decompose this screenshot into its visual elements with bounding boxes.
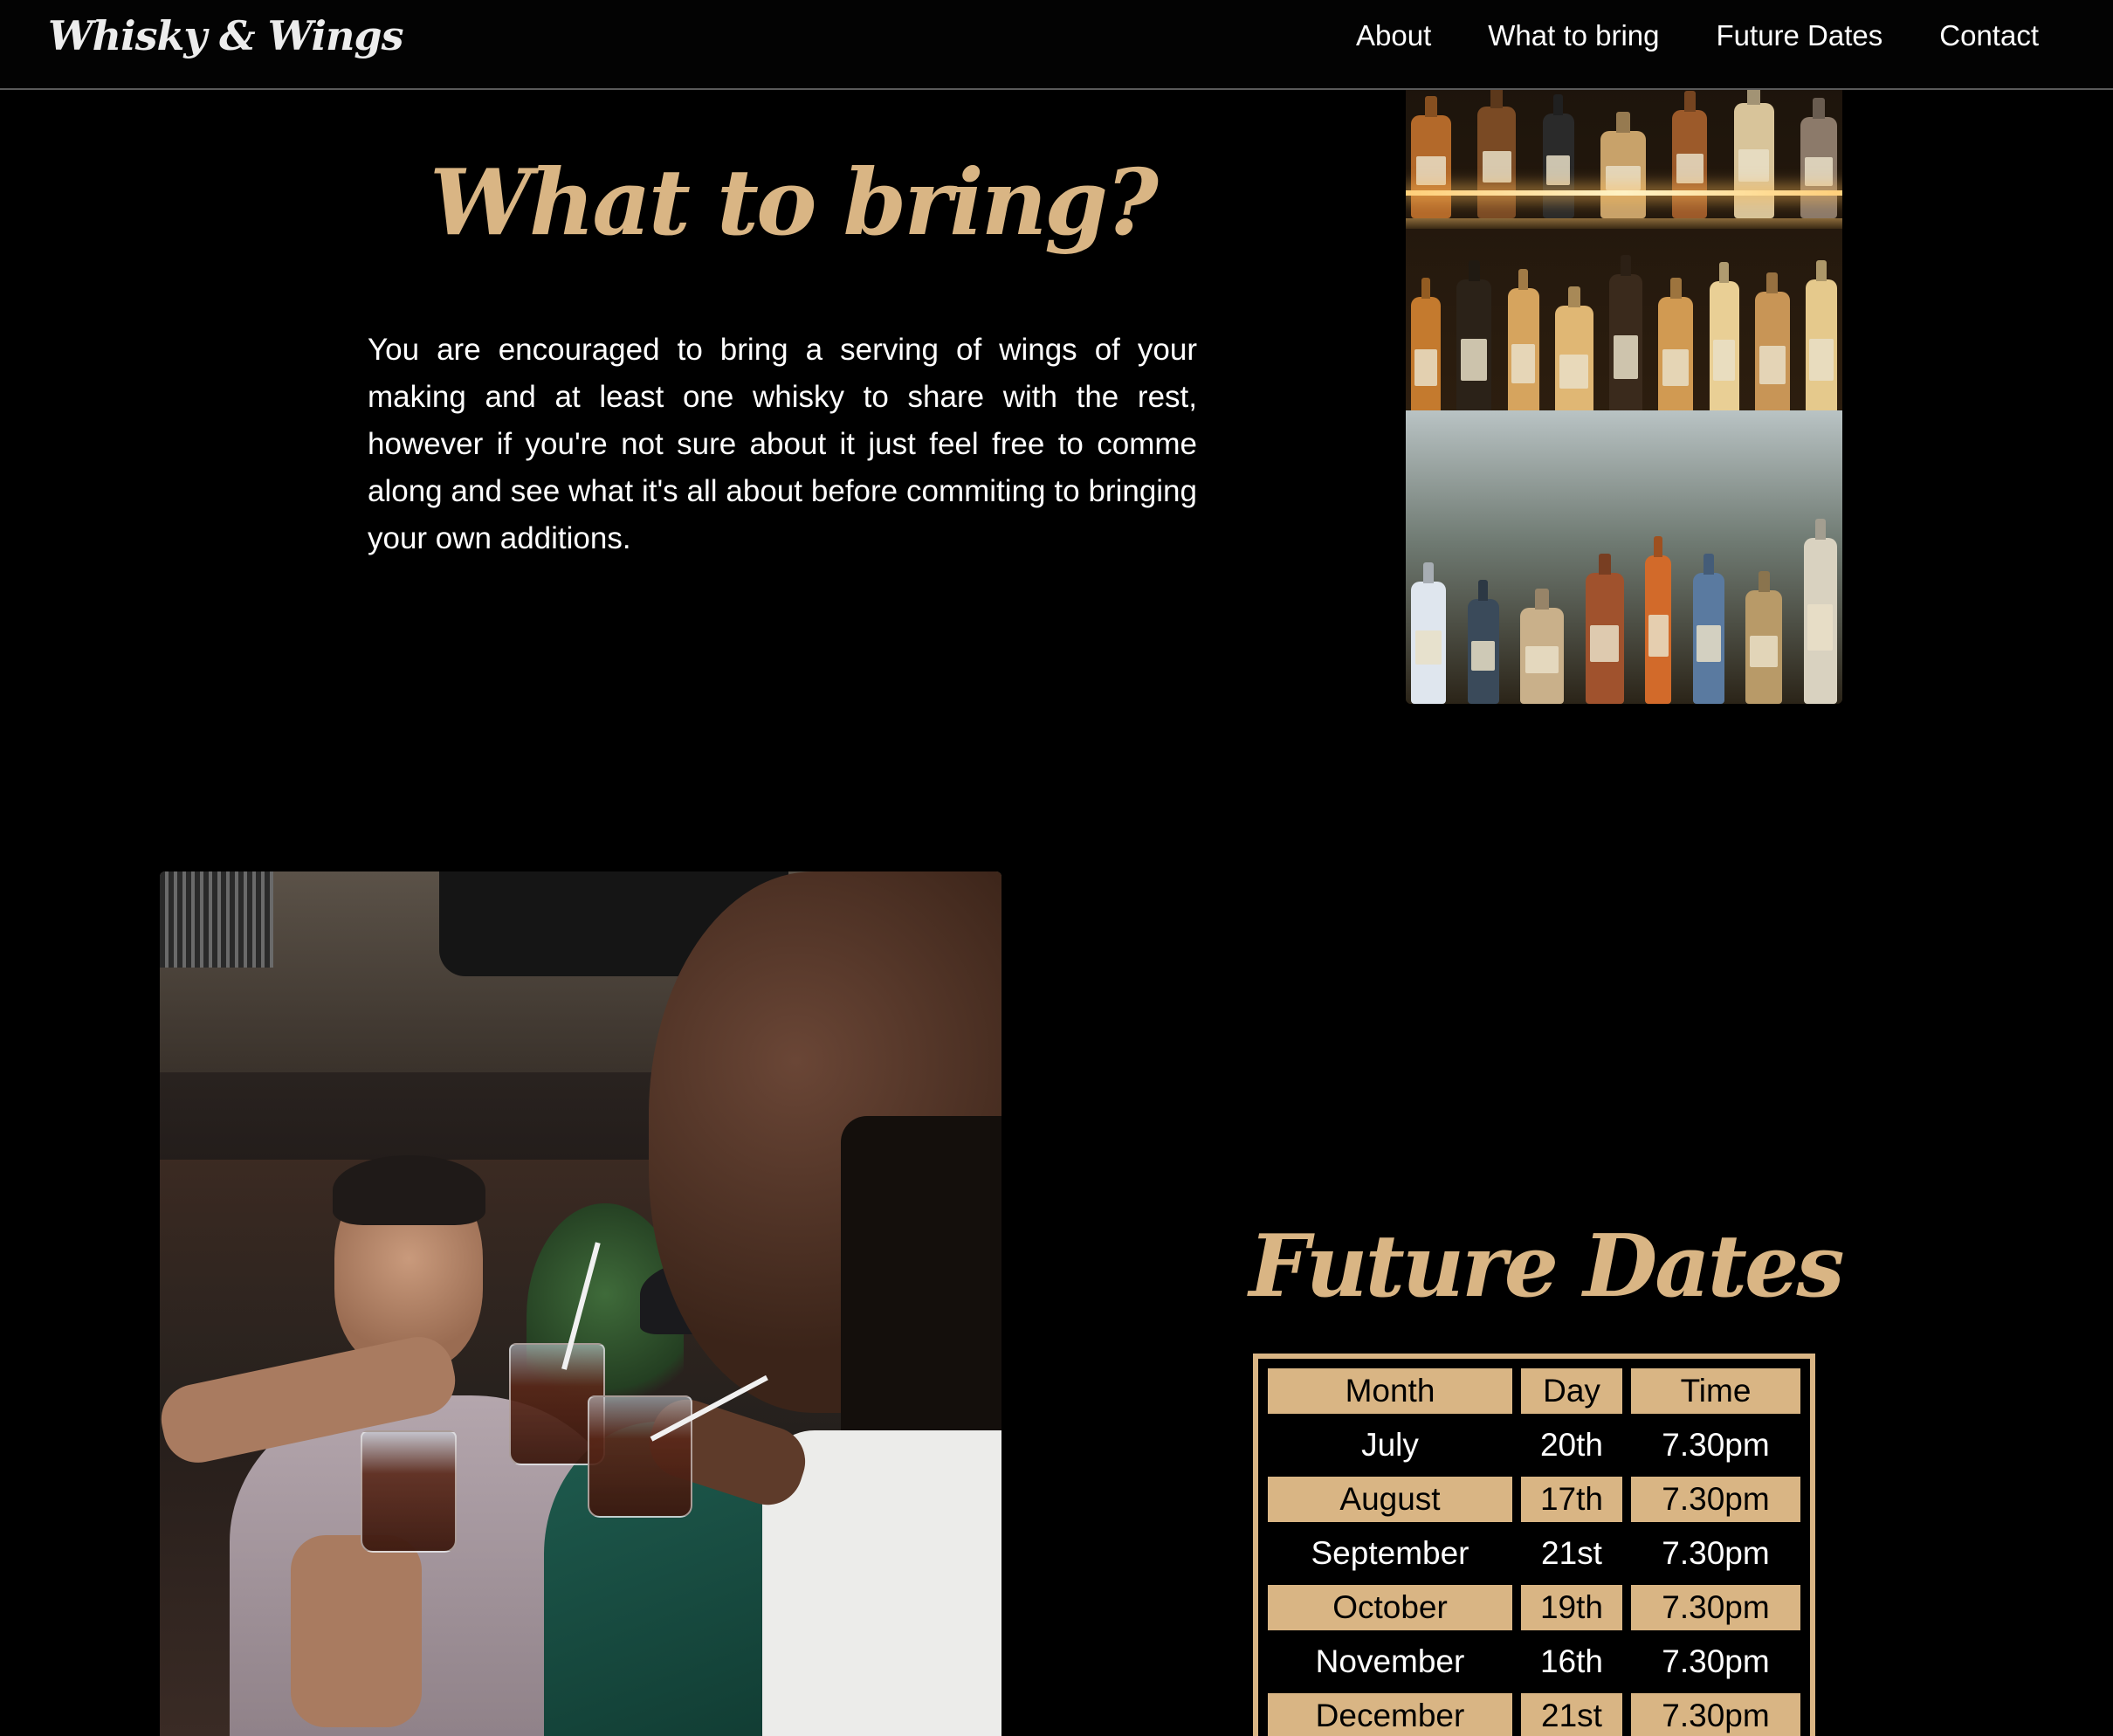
cell-month: July <box>1265 1420 1515 1471</box>
table-row: October 19th 7.30pm <box>1265 1582 1803 1633</box>
cell-time: 7.30pm <box>1628 1528 1803 1579</box>
brand-logo[interactable]: Whisky & Wings <box>48 12 403 59</box>
future-dates-heading: Future Dates <box>1249 1216 1845 1317</box>
page: Whisky & Wings About What to bring Futur… <box>0 0 2113 1736</box>
cell-time: 7.30pm <box>1628 1691 1803 1736</box>
table-row: September 21st 7.30pm <box>1265 1528 1803 1579</box>
cell-time: 7.30pm <box>1628 1474 1803 1525</box>
what-to-bring-text: You are encouraged to bring a serving of… <box>368 333 1197 555</box>
cell-day: 19th <box>1518 1582 1625 1633</box>
table-row: July 20th 7.30pm <box>1265 1420 1803 1471</box>
nav-link-about[interactable]: About <box>1356 19 1431 52</box>
nav-link-future-dates[interactable]: Future Dates <box>1717 19 1883 52</box>
cell-day: 17th <box>1518 1474 1625 1525</box>
cell-day: 16th <box>1518 1636 1625 1687</box>
top-navbar: Whisky & Wings About What to bring Futur… <box>0 0 2113 90</box>
cell-month: December <box>1265 1691 1515 1736</box>
cell-month: October <box>1265 1582 1515 1633</box>
table-row: November 16th 7.30pm <box>1265 1636 1803 1687</box>
cell-day: 20th <box>1518 1420 1625 1471</box>
whisky-shelves-photo <box>1406 44 1842 704</box>
column-header-month: Month <box>1265 1366 1515 1416</box>
cell-day: 21st <box>1518 1528 1625 1579</box>
cell-time: 7.30pm <box>1628 1582 1803 1633</box>
main-nav: About What to bring Future Dates Contact <box>1356 19 2096 52</box>
cell-month: August <box>1265 1474 1515 1525</box>
column-header-day: Day <box>1518 1366 1625 1416</box>
future-dates-table: Month Day Time July 20th 7.30pm August 1… <box>1253 1354 1815 1736</box>
table-header-row: Month Day Time <box>1265 1366 1803 1416</box>
cell-time: 7.30pm <box>1628 1420 1803 1471</box>
table-row: August 17th 7.30pm <box>1265 1474 1803 1525</box>
table-row: December 21st 7.30pm <box>1265 1691 1803 1736</box>
friends-toasting-photo <box>160 871 1001 1736</box>
cell-time: 7.30pm <box>1628 1636 1803 1687</box>
nav-link-contact[interactable]: Contact <box>1939 19 2039 52</box>
cell-day: 21st <box>1518 1691 1625 1736</box>
column-header-time: Time <box>1628 1366 1803 1416</box>
cell-month: November <box>1265 1636 1515 1687</box>
cell-month: September <box>1265 1528 1515 1579</box>
what-to-bring-heading: What to bring? <box>430 148 1159 256</box>
nav-link-what-to-bring[interactable]: What to bring <box>1488 19 1659 52</box>
